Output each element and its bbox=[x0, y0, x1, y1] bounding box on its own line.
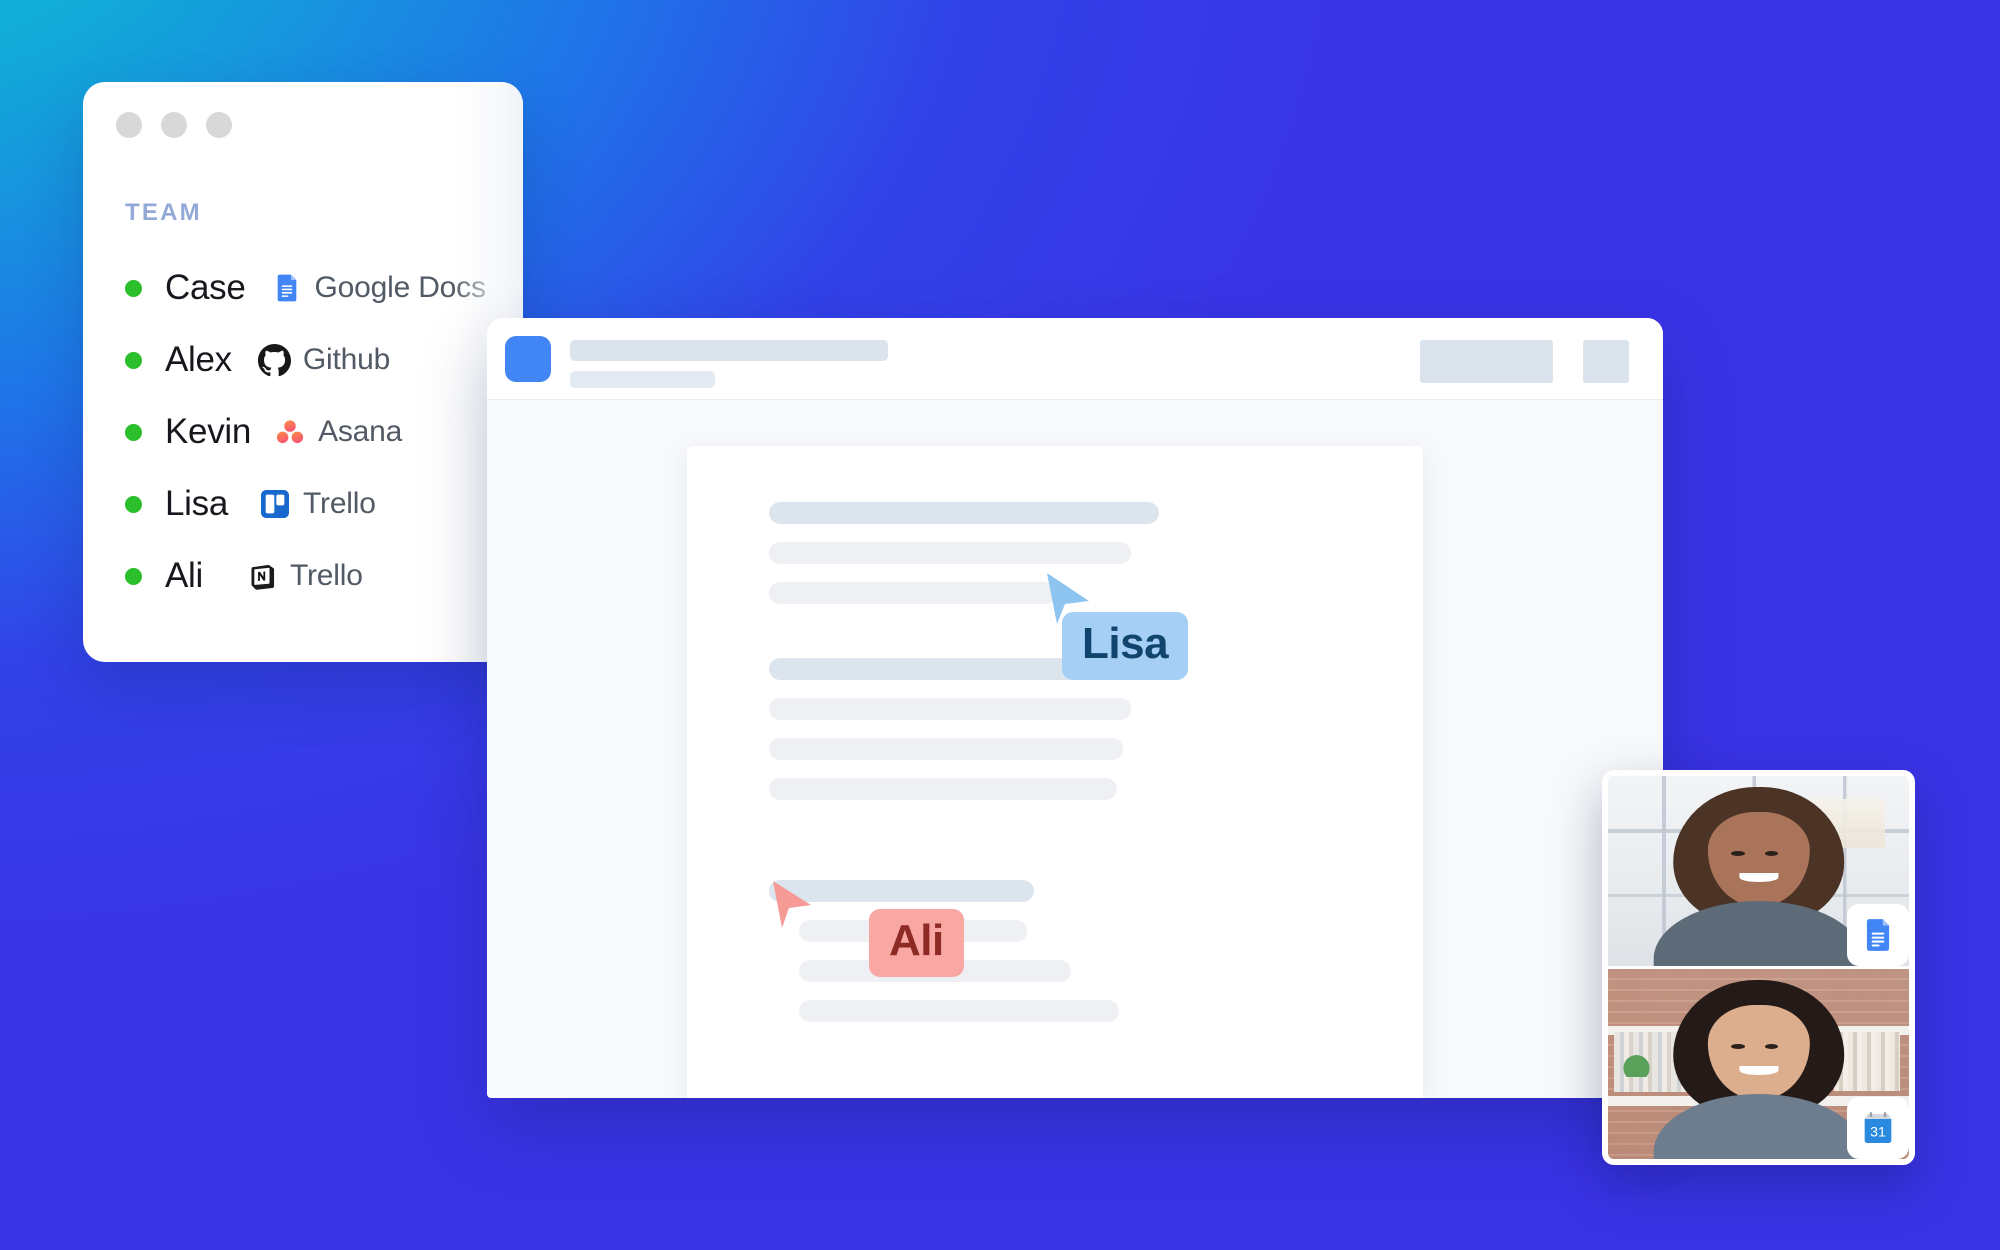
document-line bbox=[799, 1000, 1119, 1022]
app-browser-window: Lisa Ali bbox=[487, 318, 1663, 1098]
list-item[interactable]: Case Google Docs bbox=[125, 252, 523, 324]
video-call-panel: 31 bbox=[1602, 770, 1915, 1165]
document-page[interactable]: Lisa Ali bbox=[687, 446, 1423, 1098]
member-name: Kevin bbox=[165, 412, 252, 451]
member-tool-label: Trello bbox=[303, 487, 376, 520]
member-tool: Asana bbox=[273, 415, 402, 449]
document-line bbox=[769, 502, 1159, 524]
browser-toolbar bbox=[487, 318, 1663, 400]
member-name: Lisa bbox=[165, 484, 229, 523]
team-section-heading: TEAM bbox=[125, 199, 202, 226]
toolbar-action-block-square[interactable] bbox=[1583, 340, 1629, 383]
google-calendar-icon[interactable]: 31 bbox=[1847, 1097, 1909, 1159]
document-line bbox=[769, 738, 1123, 760]
cursor-ali bbox=[771, 879, 813, 931]
online-status-dot bbox=[125, 279, 142, 297]
member-tool: Trello bbox=[245, 559, 363, 593]
member-tool-label: Github bbox=[302, 343, 391, 376]
maximize-button[interactable] bbox=[206, 112, 232, 138]
team-card-window: TEAM Case Google Docs Alex Github Kevin … bbox=[83, 82, 523, 662]
list-item[interactable]: Ali Trello bbox=[125, 540, 523, 612]
toolbar-action-block-wide[interactable] bbox=[1420, 340, 1553, 383]
notion-icon bbox=[245, 559, 279, 593]
member-name: Ali bbox=[165, 556, 203, 595]
document-line bbox=[769, 542, 1131, 564]
window-controls bbox=[116, 112, 232, 138]
trello-icon bbox=[258, 487, 292, 521]
promo-illustration-canvas: TEAM Case Google Docs Alex Github Kevin … bbox=[0, 0, 2000, 1250]
github-icon bbox=[258, 343, 292, 377]
document-line bbox=[769, 582, 1057, 604]
subtitle-placeholder-bar bbox=[570, 371, 715, 388]
online-status-dot bbox=[125, 351, 142, 369]
app-logo-icon bbox=[505, 336, 551, 382]
list-item[interactable]: Lisa Trello bbox=[125, 468, 523, 540]
list-item[interactable]: Kevin Asana bbox=[125, 396, 523, 468]
member-tool-label: Google Docs bbox=[314, 271, 486, 304]
google-docs-icon[interactable] bbox=[1847, 904, 1909, 966]
team-member-list: Case Google Docs Alex Github Kevin Asana… bbox=[125, 252, 523, 612]
svg-text:31: 31 bbox=[1870, 1124, 1886, 1140]
member-tool: Google Docs bbox=[270, 271, 486, 305]
document-line bbox=[769, 698, 1131, 720]
online-status-dot bbox=[125, 423, 142, 441]
member-tool: Github bbox=[258, 343, 390, 377]
member-name: Case bbox=[165, 268, 246, 307]
name-tag-ali: Ali bbox=[869, 909, 964, 977]
minimize-button[interactable] bbox=[161, 112, 187, 138]
name-tag-lisa: Lisa bbox=[1062, 612, 1189, 680]
asana-icon bbox=[273, 415, 307, 449]
member-tool-label: Asana bbox=[318, 415, 403, 448]
close-button[interactable] bbox=[116, 112, 142, 138]
video-tile-participant-1[interactable] bbox=[1608, 776, 1909, 966]
member-tool: Trello bbox=[258, 487, 376, 521]
title-placeholder-bar bbox=[570, 340, 888, 361]
document-line bbox=[769, 778, 1117, 800]
list-item[interactable]: Alex Github bbox=[125, 324, 523, 396]
video-tile-participant-2[interactable]: 31 bbox=[1608, 969, 1909, 1159]
member-name: Alex bbox=[165, 340, 232, 379]
online-status-dot bbox=[125, 495, 142, 513]
online-status-dot bbox=[125, 567, 142, 585]
member-tool-label: Trello bbox=[290, 559, 363, 592]
google-docs-icon bbox=[270, 271, 304, 305]
